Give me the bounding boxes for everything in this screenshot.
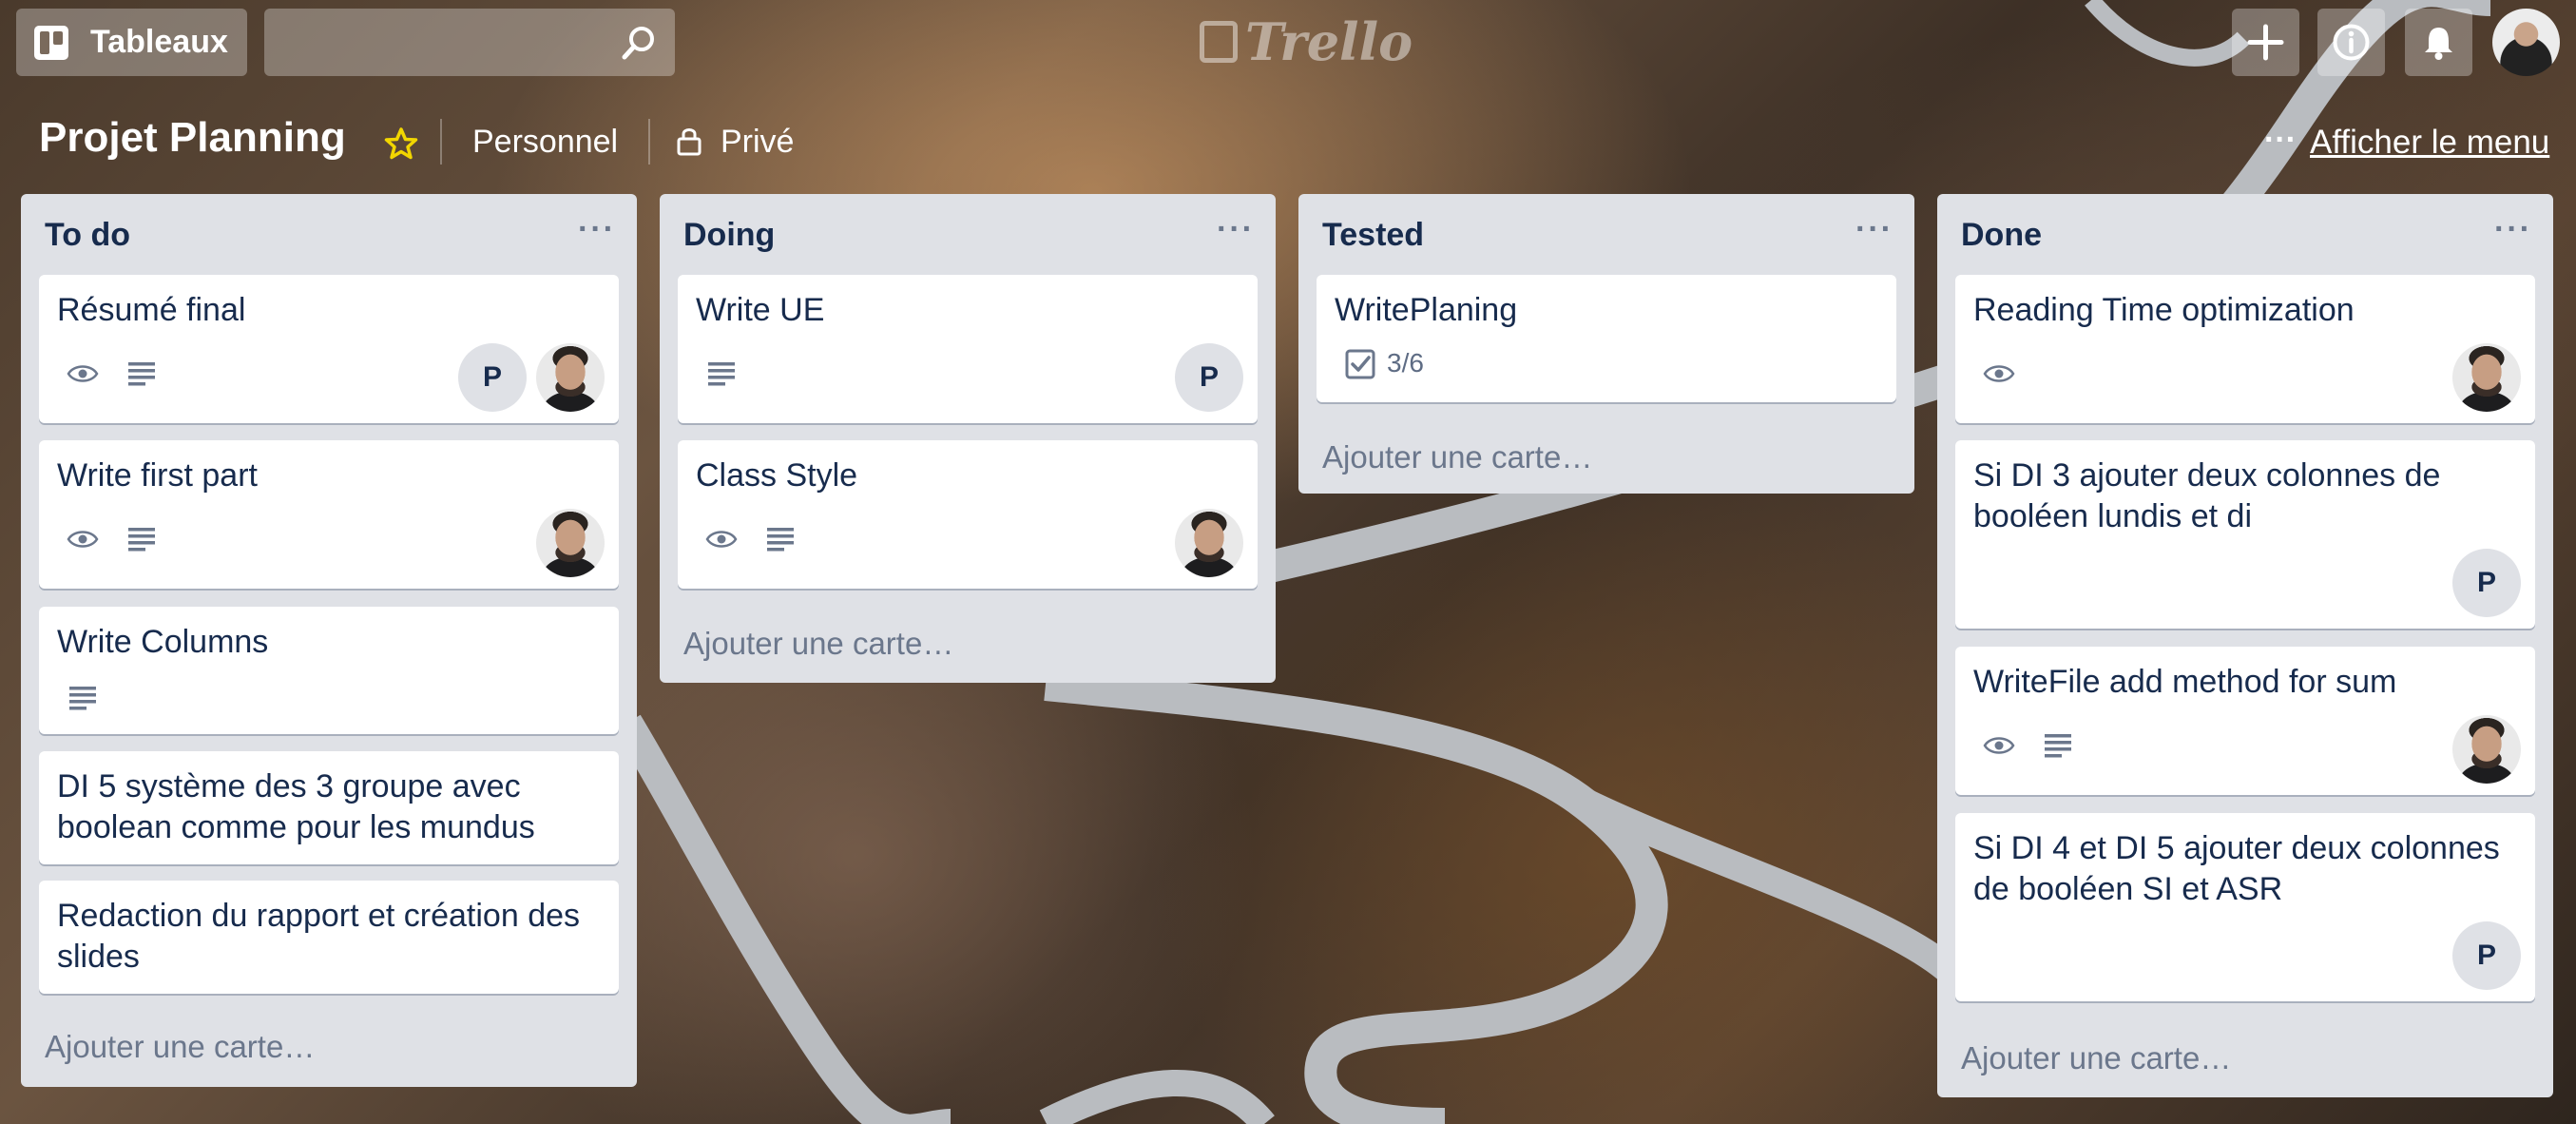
checklist-count: 3/6 — [1387, 348, 1424, 378]
team-button[interactable]: Personnel — [472, 124, 618, 161]
card[interactable]: DI 5 système des 3 groupe avec boolean c… — [39, 751, 619, 864]
description-icon — [767, 528, 794, 552]
search-box[interactable] — [264, 9, 675, 78]
top-bar: Tableaux Trello — [0, 0, 2576, 86]
member-avatar[interactable] — [536, 343, 605, 412]
card[interactable]: Redaction du rapport et création des sli… — [39, 881, 619, 994]
info-button[interactable] — [2317, 9, 2385, 76]
trello-logo[interactable]: Trello — [1200, 11, 1413, 72]
card[interactable]: Résumé final P — [39, 275, 619, 423]
card[interactable]: Write Columns — [39, 607, 619, 734]
card-title: Write Columns — [57, 624, 269, 660]
eye-icon — [67, 365, 99, 382]
search-icon[interactable] — [620, 24, 658, 62]
description-icon — [2045, 734, 2071, 758]
list-header: To do ··· — [21, 194, 637, 272]
list-title[interactable]: Tested — [1322, 217, 1424, 254]
divider — [440, 119, 442, 165]
list-header: Done ··· — [1937, 194, 2553, 272]
card-title: WriteFile add method for sum — [1973, 664, 2397, 700]
list-tested: Tested ··· WritePlaning 3/6 Ajouter une … — [1298, 194, 1914, 494]
checklist-icon — [1345, 349, 1375, 379]
card[interactable]: Si DI 4 et DI 5 ajouter deux colonnes de… — [1955, 813, 2535, 1001]
star-icon[interactable] — [384, 126, 418, 161]
list-header: Tested ··· — [1298, 194, 1914, 272]
member-avatar-p[interactable]: P — [458, 343, 527, 412]
member-avatar-p[interactable]: P — [2452, 921, 2521, 990]
card[interactable]: Si DI 3 ajouter deux colonnes de booléen… — [1955, 440, 2535, 629]
plus-icon — [2247, 24, 2284, 61]
bell-icon — [2425, 28, 2452, 60]
card-title: DI 5 système des 3 groupe avec boolean c… — [57, 768, 535, 845]
card-title: Write first part — [57, 457, 258, 494]
card-title: Si DI 4 et DI 5 ajouter deux colonnes de… — [1973, 830, 2500, 907]
visibility-button[interactable]: Privé — [721, 124, 794, 161]
search-input[interactable] — [264, 9, 627, 78]
card-title: Class Style — [696, 457, 858, 494]
add-card-button[interactable]: Ajouter une carte… — [1322, 439, 1592, 475]
eye-icon — [1983, 737, 2015, 754]
list-title[interactable]: To do — [45, 217, 130, 254]
list-to-do: To do ··· Résumé final P Write first par… — [21, 194, 637, 1087]
card-title: Résumé final — [57, 292, 246, 328]
list-menu-icon[interactable]: ··· — [2494, 211, 2532, 248]
member-avatar[interactable] — [2452, 715, 2521, 784]
member-avatar[interactable] — [536, 509, 605, 577]
list-menu-icon[interactable]: ··· — [578, 211, 616, 248]
trello-logo-icon — [1200, 21, 1238, 63]
card[interactable]: WriteFile add method for sum — [1955, 647, 2535, 795]
card[interactable]: Reading Time optimization — [1955, 275, 2535, 423]
list-title[interactable]: Doing — [683, 217, 775, 254]
member-avatar-p[interactable]: P — [2452, 549, 2521, 617]
list-menu-icon[interactable]: ··· — [1855, 211, 1894, 248]
eye-icon — [67, 531, 99, 548]
board-title[interactable]: Projet Planning — [39, 114, 346, 162]
member-avatar-p[interactable]: P — [1175, 343, 1243, 412]
boards-button[interactable]: Tableaux — [16, 9, 247, 76]
add-card-button[interactable]: Ajouter une carte… — [683, 626, 953, 662]
eye-icon — [1983, 365, 2015, 382]
list-menu-icon[interactable]: ··· — [1217, 211, 1255, 248]
card[interactable]: Write first part — [39, 440, 619, 589]
list-header: Doing ··· — [660, 194, 1276, 272]
notifications-button[interactable] — [2405, 9, 2472, 76]
description-icon — [128, 528, 155, 552]
card-title: Reading Time optimization — [1973, 292, 2355, 328]
user-avatar[interactable] — [2492, 9, 2560, 76]
description-icon — [708, 362, 735, 386]
eye-icon — [705, 531, 738, 548]
divider — [648, 119, 650, 165]
description-icon — [69, 687, 96, 710]
member-avatar[interactable] — [2452, 343, 2521, 412]
card[interactable]: WritePlaning 3/6 — [1317, 275, 1896, 402]
member-avatar[interactable] — [1175, 509, 1243, 577]
info-icon — [2333, 24, 2370, 61]
lock-icon — [674, 126, 704, 156]
boards-label: Tableaux — [90, 24, 228, 60]
card-title: Write UE — [696, 292, 825, 328]
card-title: WritePlaning — [1335, 292, 1518, 328]
add-card-button[interactable]: Ajouter une carte… — [1961, 1040, 2231, 1076]
card[interactable]: Class Style — [678, 440, 1258, 589]
list-doing: Doing ··· Write UE P Class Style Ajouter… — [660, 194, 1276, 683]
add-card-button[interactable]: Ajouter une carte… — [45, 1029, 315, 1065]
create-button[interactable] — [2232, 9, 2299, 76]
show-menu-link[interactable]: Afficher le menu — [2310, 124, 2549, 162]
board-icon — [33, 25, 69, 61]
card-title: Si DI 3 ajouter deux colonnes de booléen… — [1973, 457, 2441, 534]
list-title[interactable]: Done — [1961, 217, 2042, 254]
card-title: Redaction du rapport et création des sli… — [57, 898, 581, 975]
card[interactable]: Write UE P — [678, 275, 1258, 423]
show-menu-dots-icon[interactable]: ··· — [2264, 122, 2297, 159]
trello-logo-text: Trello — [1245, 11, 1413, 72]
description-icon — [128, 362, 155, 386]
list-done: Done ··· Reading Time optimization Si DI… — [1937, 194, 2553, 1097]
